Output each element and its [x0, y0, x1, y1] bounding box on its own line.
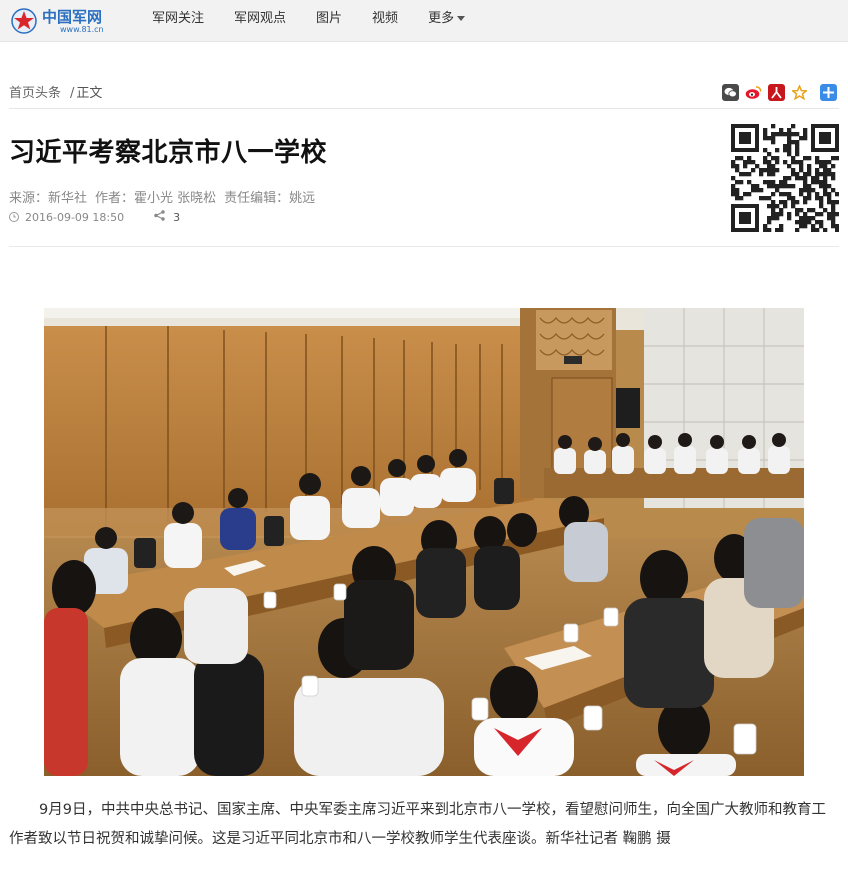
- article-caption: 9月9日，中共中央总书记、国家主席、中央军委主席习近平来到北京市八一学校，看望慰…: [9, 802, 826, 847]
- breadcrumb-home-link[interactable]: 首页头条: [9, 86, 61, 101]
- clock-icon: [9, 212, 19, 222]
- top-nav-bar: 中国军网 www.81.cn 军网关注 军网观点 图片 视频 更多: [0, 0, 848, 42]
- nav-more-label: 更多: [428, 11, 455, 26]
- article-meta: 来源：新华社 作者：霍小光 张晓松 责任编辑：姚远: [9, 187, 323, 206]
- nav-item-video[interactable]: 视频: [372, 0, 398, 42]
- article-source: 来源：新华社: [9, 191, 88, 206]
- breadcrumb-separator: /: [70, 86, 75, 101]
- weibo-icon[interactable]: [745, 83, 762, 101]
- wechat-icon[interactable]: [722, 83, 739, 101]
- share-count: 3: [173, 210, 181, 224]
- breadcrumb-current: 正文: [76, 86, 103, 101]
- logo-text: 中国军网: [42, 8, 103, 26]
- logo-star-icon: [11, 8, 37, 34]
- divider: [9, 246, 839, 247]
- divider: [9, 108, 839, 109]
- nav-item-opinion[interactable]: 军网观点: [234, 0, 286, 42]
- main-nav: 军网关注 军网观点 图片 视频 更多: [152, 0, 495, 42]
- article-meta-secondary: 2016-09-09 18:50 3: [9, 210, 180, 224]
- article-title: 习近平考察北京市八一学校: [9, 138, 328, 168]
- renren-icon[interactable]: [768, 83, 785, 101]
- article-editor: 责任编辑：姚远: [224, 191, 316, 206]
- article-photo: [44, 308, 804, 776]
- site-logo[interactable]: 中国军网 www.81.cn: [8, 5, 118, 35]
- breadcrumb: 首页头条 / 正文: [9, 82, 102, 101]
- qr-code: [731, 124, 839, 232]
- share-toolbar: [722, 82, 843, 102]
- chevron-down-icon: [457, 16, 466, 21]
- favorite-star-icon[interactable]: [791, 83, 808, 101]
- more-share-icon[interactable]: [820, 83, 837, 101]
- share-count-icon[interactable]: [154, 210, 165, 224]
- article-datetime: 2016-09-09 18:50: [25, 210, 125, 224]
- article-author: 作者：霍小光 张晓松: [95, 191, 217, 206]
- nav-item-pictures[interactable]: 图片: [316, 0, 342, 42]
- nav-item-focus[interactable]: 军网关注: [152, 0, 204, 42]
- nav-item-more[interactable]: 更多: [428, 0, 466, 42]
- logo-url: www.81.cn: [60, 25, 104, 34]
